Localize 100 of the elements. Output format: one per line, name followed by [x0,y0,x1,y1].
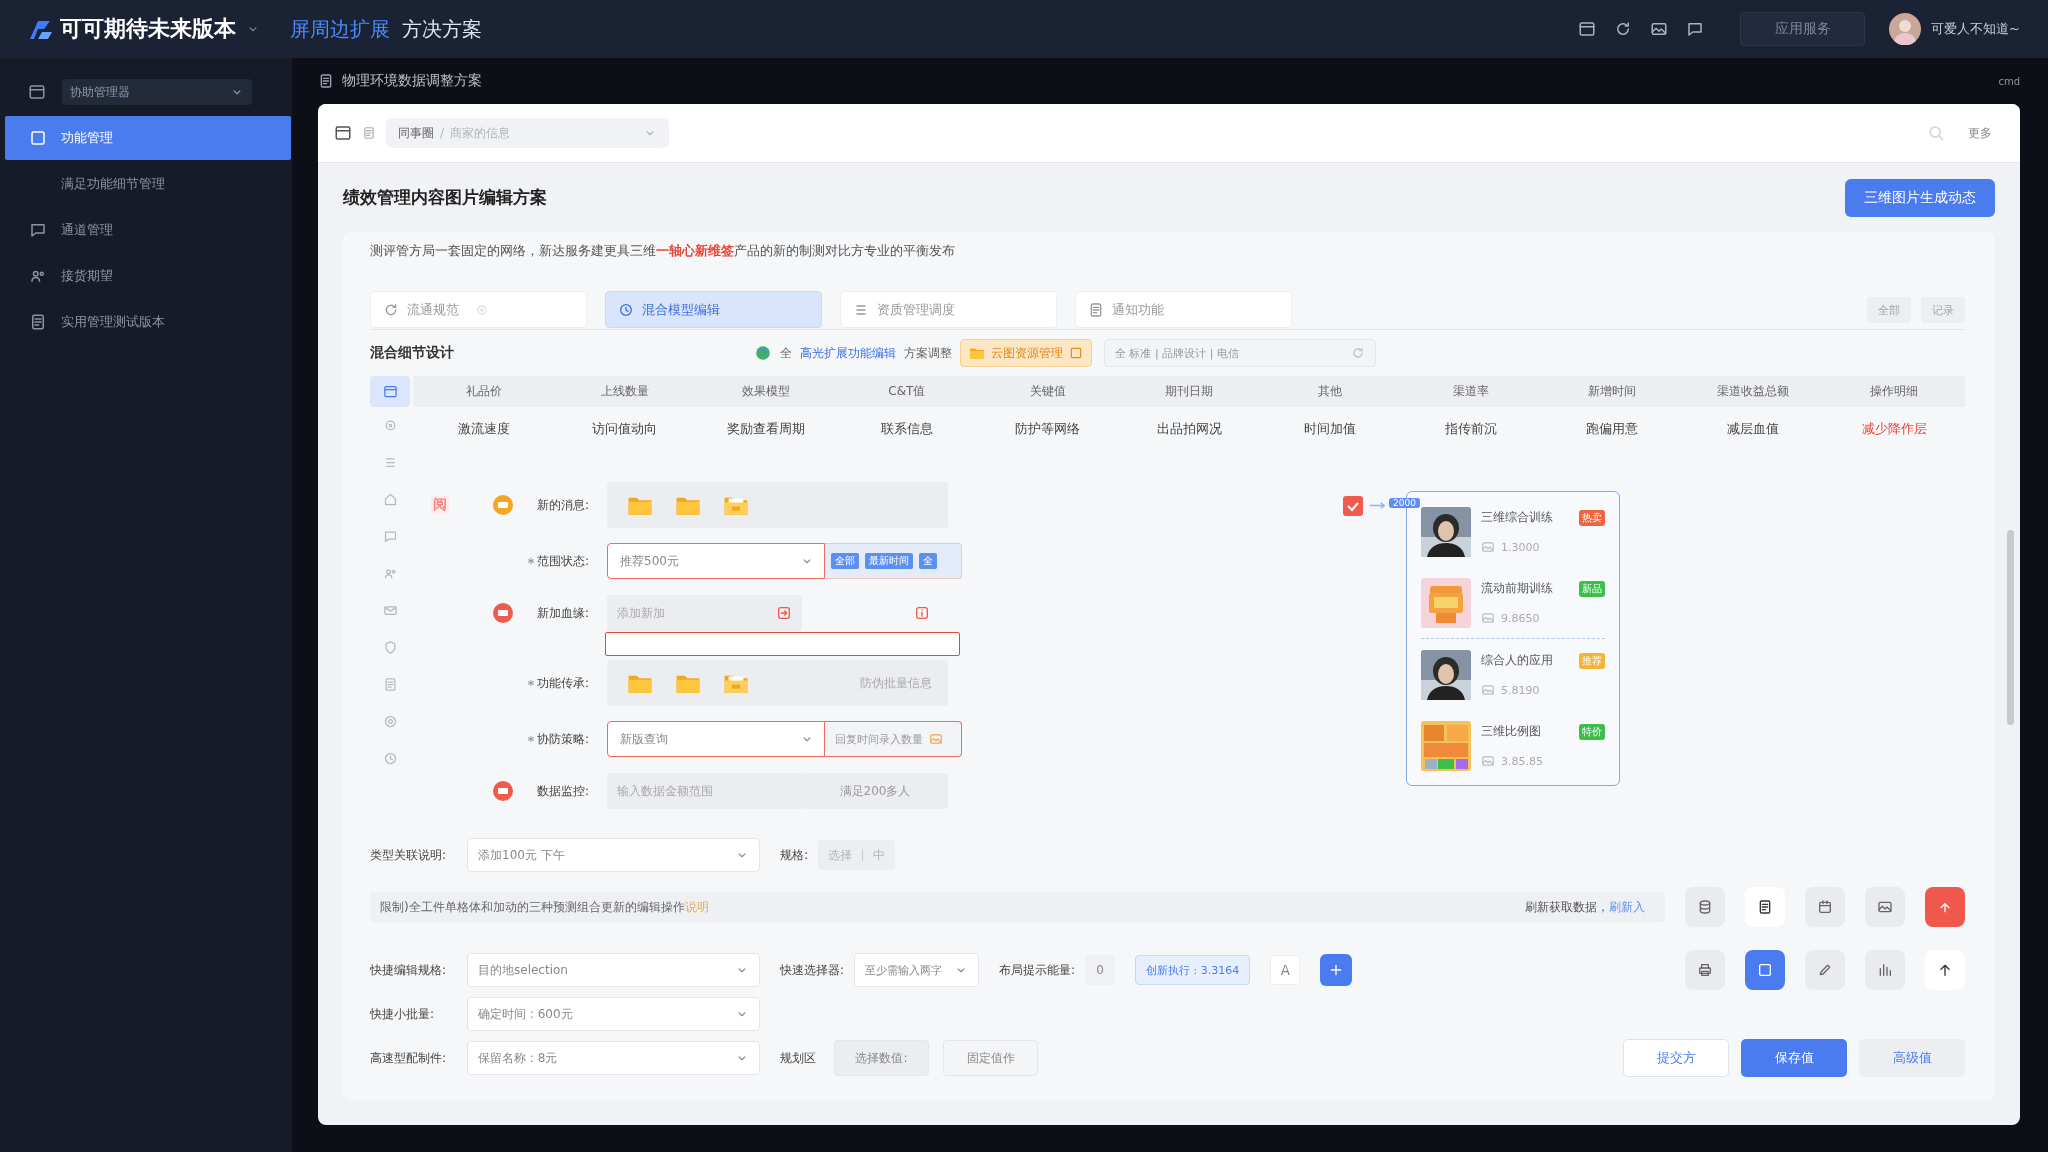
mail-icon [382,603,398,618]
product-item[interactable]: 三维比例图 特价 3.85.85 [1420,710,1605,781]
notice-text: 限制)全工件单格体和加动的三种预测组合更新的编辑操作说明 [380,898,709,916]
field-label: 规划区 [780,1049,816,1067]
product-price: 9.8650 [1500,611,1540,625]
field-label: 快速选择器: [780,961,845,979]
breadcrumb-item[interactable]: 同事圈 [398,124,434,142]
value-chip[interactable]: 创新执行 : 3.3164 [1135,955,1251,985]
breadcrumb-separator: / [440,126,445,140]
refresh-icon [1351,346,1365,360]
sidebar-item[interactable]: 通道管理 [5,208,291,252]
refresh-icon [383,301,399,318]
chat-icon [1686,20,1705,38]
product-item[interactable]: 流动前期训练 新品 9.8650 [1420,567,1605,638]
scrollbar[interactable] [2007,530,2014,725]
folder-icon [969,346,985,360]
input-field[interactable]: 输入数据金额范围 [607,773,802,809]
user-name[interactable]: 可爱人不知道~ [1931,20,2020,38]
product-title: 综合人的应用 [1480,652,1553,669]
field-label: 协防策略: [536,730,589,748]
field-label: 类型关联说明: [370,846,448,864]
globe-icon [754,344,772,362]
option-button[interactable]: 固定值作 [943,1040,1038,1076]
input-field[interactable]: 添加新加 [607,595,802,631]
table-cell-text: 激流速度 [456,420,511,438]
field-label: 快捷小批量: [370,1005,436,1023]
square-icon [29,129,47,147]
image-icon [1650,20,1669,38]
font-button[interactable]: A [1270,955,1301,985]
product-price: 3.85.85 [1500,754,1543,768]
document-icon [318,73,334,89]
product-item[interactable]: 三维综合训练 热卖 1.3000 [1420,496,1605,567]
more-link[interactable]: 更多 [1968,124,1992,142]
field-label: 数据监控: [536,782,589,800]
table-cell-text: 时间加值 [1303,420,1358,438]
select-field[interactable]: 目的地selection [467,953,760,987]
tool-button[interactable] [1745,887,1785,927]
tag[interactable]: 最新时间 [865,553,913,569]
tab[interactable]: 混合模型编辑 [605,291,822,328]
refresh-link[interactable]: 刷新获取数据，刷新入 [1525,898,1645,916]
number-field[interactable]: 0 [1085,955,1116,985]
tool-button[interactable] [1805,887,1845,927]
chat-icon [382,529,398,544]
footer-button[interactable]: 高级值 [1859,1039,1965,1077]
select-field[interactable]: 保留名称 : 8元 [467,1041,760,1075]
generate-button[interactable]: 三维图片生成动态 [1845,178,1995,217]
field-label: 规格: [780,846,809,864]
calendar-icon [1817,899,1833,915]
tool-button[interactable] [1685,950,1725,990]
database-icon [1697,899,1713,915]
small-button[interactable]: 记录 [1921,297,1965,323]
service-button[interactable]: 应用服务 [1740,12,1866,46]
select-field[interactable]: 推荐500元 [607,543,825,579]
column-header: 期刊日期 [1164,383,1214,400]
select-field[interactable]: 新版查询 [607,721,825,757]
product-title: 三维比例图 [1480,723,1541,740]
column-header: 新增时间 [1587,383,1638,400]
footer-button[interactable]: 提交方 [1623,1039,1729,1077]
product-title: 三维综合训练 [1480,509,1553,526]
window-icon [382,384,398,399]
chat-icon [29,221,47,239]
clock-icon [382,751,398,766]
image-icon [1877,899,1893,915]
tag[interactable]: 全 [919,553,937,569]
shield-icon [382,640,398,655]
column-header: C&T值 [887,383,927,400]
suffix-button[interactable]: 回复时间录入数量 [825,721,962,757]
sidebar-item[interactable]: 实用管理测试版本 [5,300,291,344]
product-item[interactable]: 综合人的应用 推荐 5.8190 [1420,639,1605,710]
dropdown[interactable]: 协助管理器 [62,79,252,105]
input-field[interactable] [605,632,960,656]
arrow-icon [1369,501,1387,510]
option-button[interactable]: 选择数值: [834,1040,929,1076]
badge: 特价 [1578,723,1605,740]
side-tool-button[interactable] [370,376,410,407]
badge: 新品 [1578,580,1605,597]
breadcrumb-item[interactable]: 商家的信息 [450,124,511,142]
add-button[interactable] [1320,954,1353,986]
select-field[interactable]: 至少需输入两字 [854,953,980,987]
tab[interactable]: 资质管理调度 [840,291,1057,328]
select-field[interactable]: 添加100元 下午 [467,838,760,872]
filter-field[interactable]: 全 标准 | 品牌设计 | 电信 [1104,339,1376,367]
nav-link[interactable]: 方决方案 [402,15,482,43]
sidebar-item[interactable]: 满足功能细节管理 [5,162,291,206]
link[interactable]: 高光扩展功能编辑 [800,344,896,362]
tag[interactable]: 全部 [831,553,859,569]
tab[interactable]: 通知功能 [1075,291,1292,328]
tag-button[interactable]: 云图资源管理 [960,339,1092,367]
window-icon [334,124,352,142]
sidebar-item[interactable]: 接货期望 [5,254,291,298]
select-field[interactable]: 确定时间 : 600元 [467,997,760,1031]
field-label: 范围状态: [536,552,589,570]
column-header: 渠道率 [1452,383,1491,400]
footer-button[interactable]: 保存值 [1741,1039,1847,1077]
status-text: 全 [780,344,792,362]
sidebar-item[interactable]: 功能管理 [5,116,291,160]
small-button[interactable]: 全部 [1867,297,1911,323]
image-icon [1480,683,1495,697]
nav-link[interactable]: 屏周边扩展 [290,15,390,43]
tab[interactable]: 流通规范 [370,291,587,328]
